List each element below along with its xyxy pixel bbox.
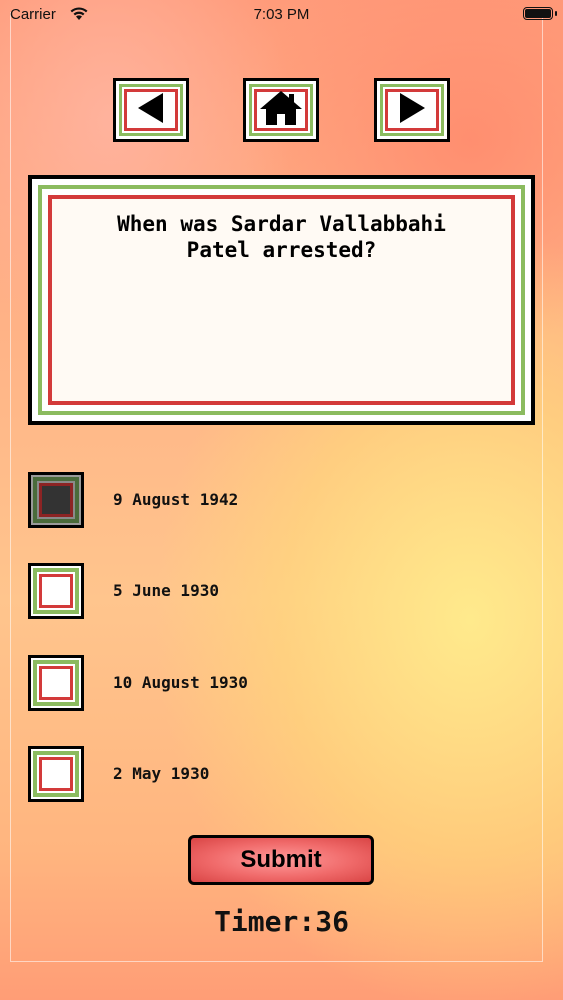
battery-tip — [555, 11, 557, 16]
option-4[interactable]: 2 May 1930 — [28, 746, 548, 802]
status-bar: Carrier 7:03 PM — [0, 0, 563, 30]
option-checkbox[interactable] — [28, 472, 84, 528]
option-label: 5 June 1930 — [113, 581, 219, 600]
option-label: 9 August 1942 — [113, 490, 239, 509]
home-button[interactable] — [243, 78, 319, 142]
house-icon — [259, 90, 303, 130]
timer-label: Timer:36 — [214, 905, 349, 938]
question-text: When was Sardar Vallabbahi Patel arreste… — [117, 212, 446, 262]
triangle-right-icon — [396, 91, 428, 129]
option-2[interactable]: 5 June 1930 — [28, 563, 548, 619]
option-label: 10 August 1930 — [113, 673, 248, 692]
option-3[interactable]: 10 August 1930 — [28, 655, 548, 711]
option-label: 2 May 1930 — [113, 764, 210, 783]
question-card: When was Sardar Vallabbahi Patel arreste… — [28, 175, 535, 425]
option-checkbox[interactable] — [28, 563, 84, 619]
battery-icon — [523, 7, 553, 20]
next-button[interactable] — [374, 78, 450, 142]
back-button[interactable] — [113, 78, 189, 142]
option-checkbox[interactable] — [28, 746, 84, 802]
submit-button[interactable]: Submit — [188, 835, 374, 885]
triangle-left-icon — [135, 91, 167, 129]
option-checkbox[interactable] — [28, 655, 84, 711]
option-1[interactable]: 9 August 1942 — [28, 472, 548, 528]
clock-time: 7:03 PM — [253, 6, 310, 23]
